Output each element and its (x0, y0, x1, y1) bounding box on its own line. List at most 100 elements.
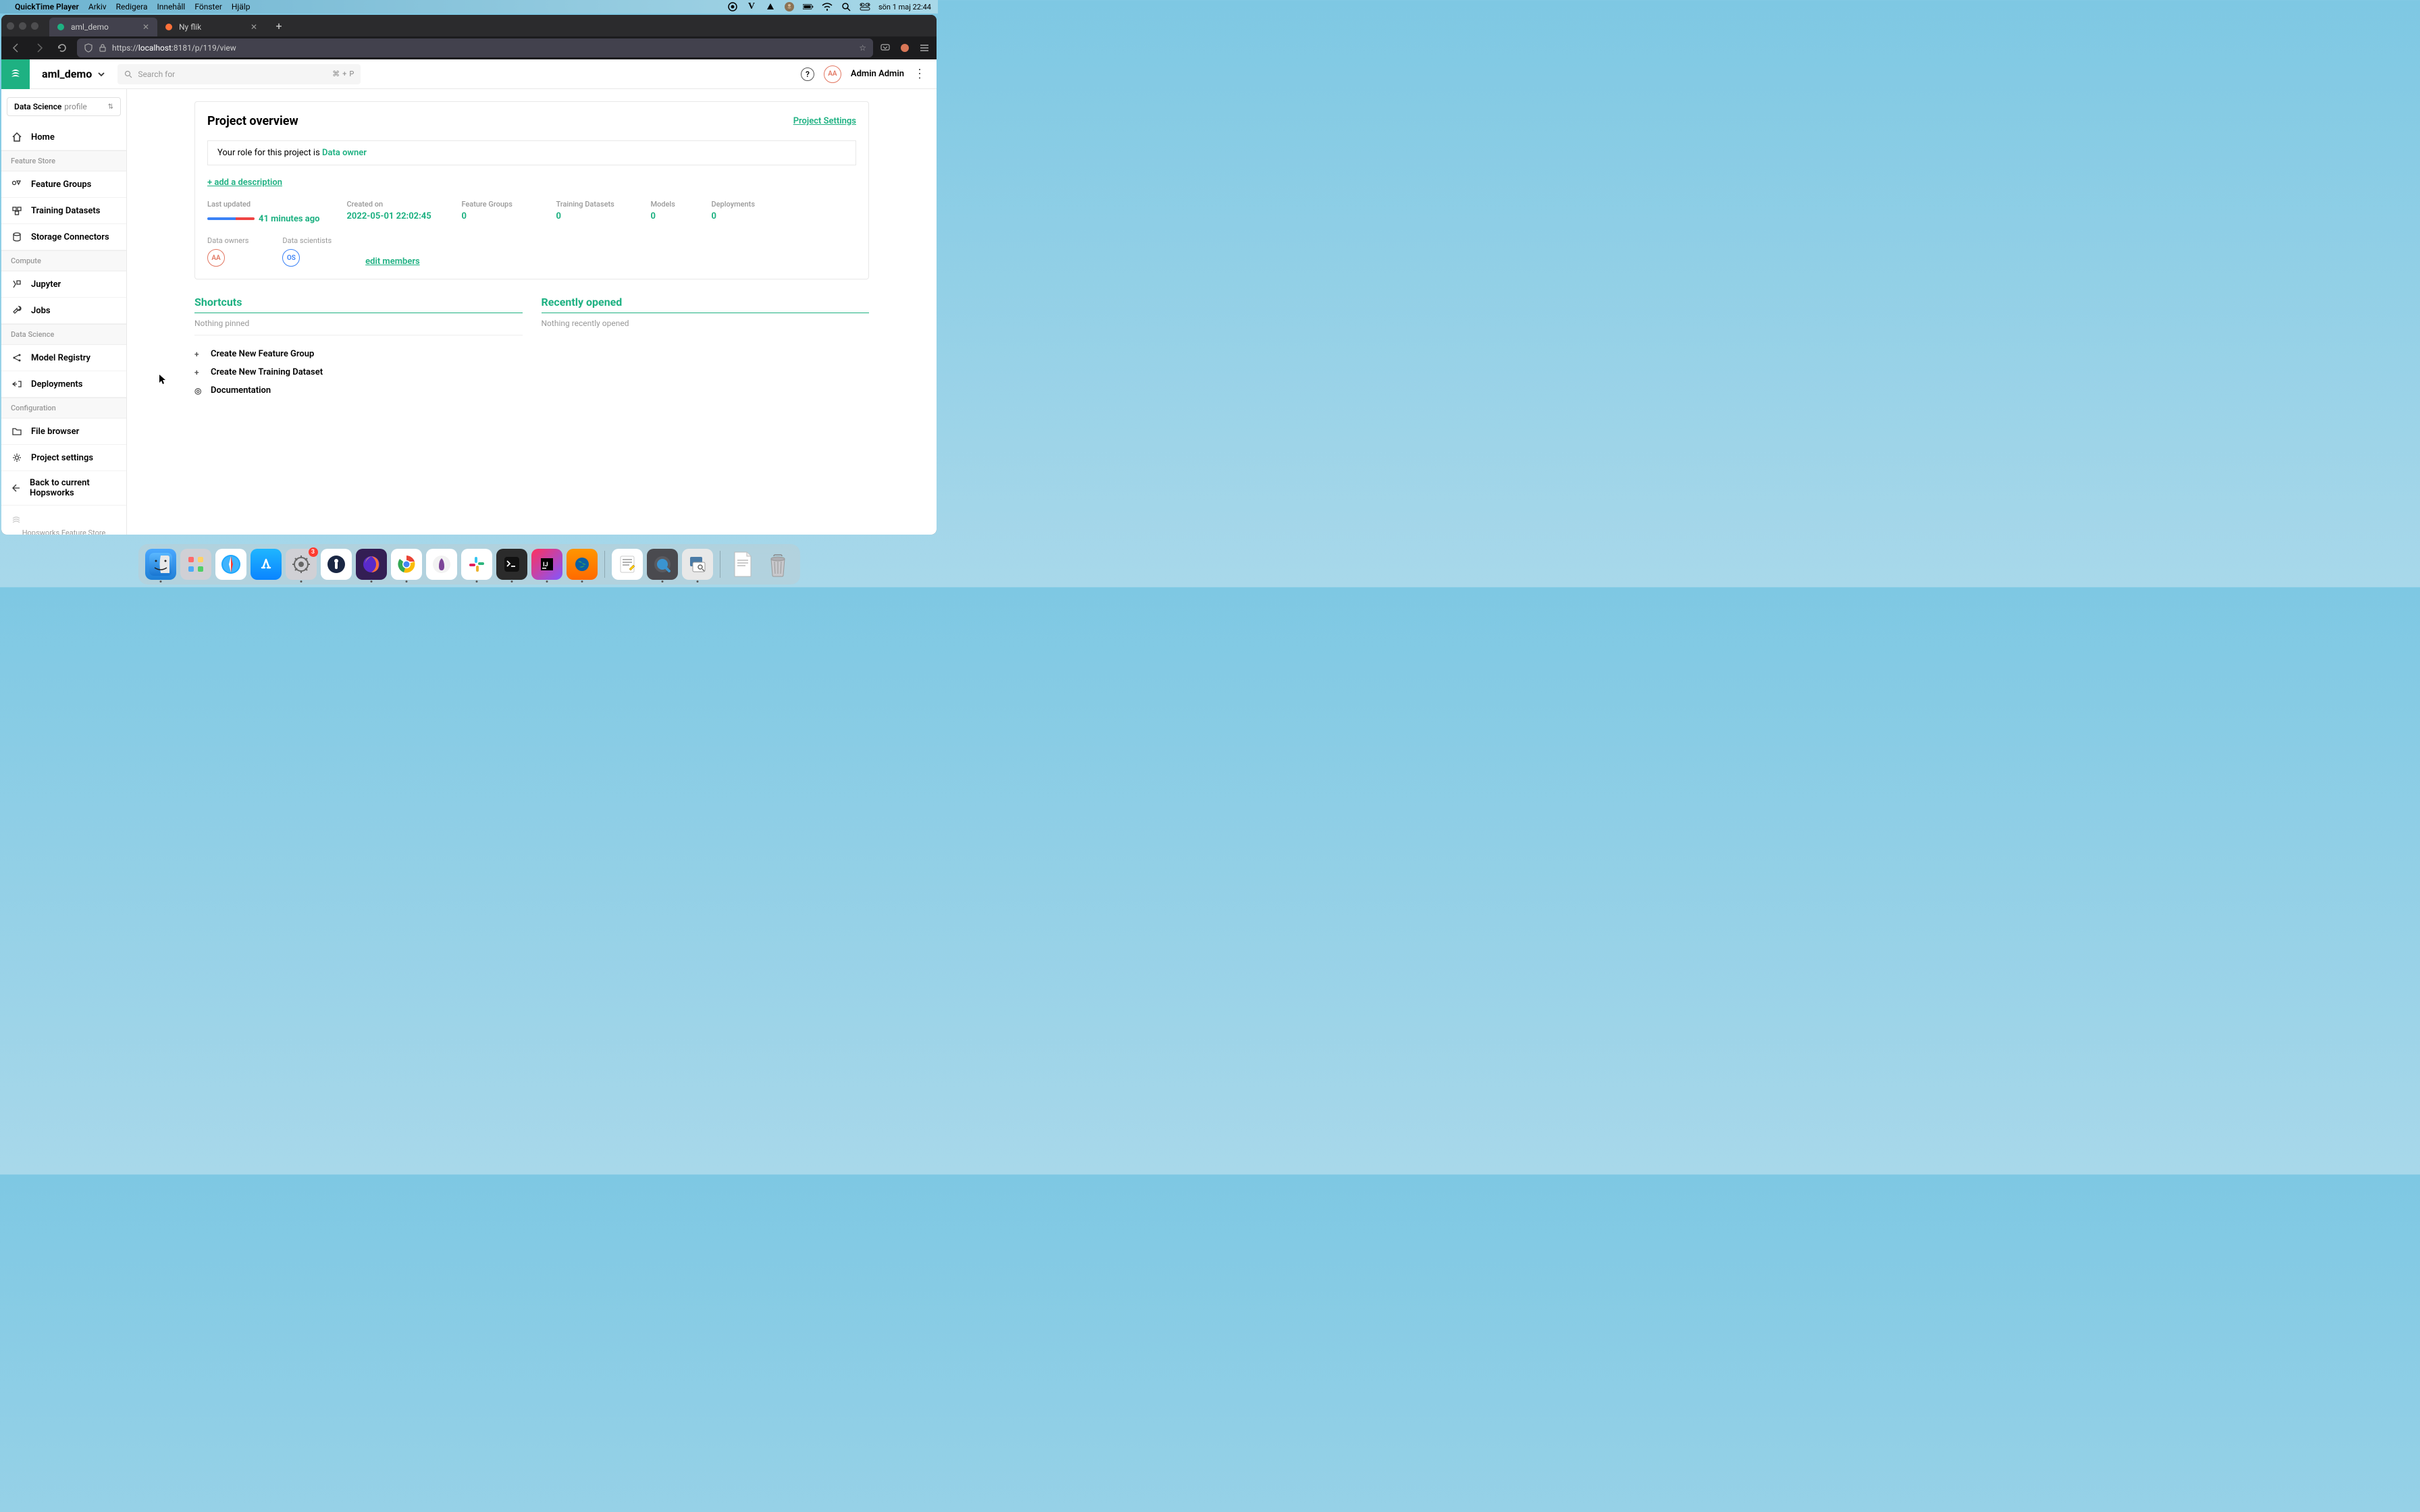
stat-value-models: 0 (650, 211, 684, 221)
close-tab-icon[interactable]: ✕ (249, 22, 259, 32)
pocket-icon[interactable] (880, 43, 891, 53)
dock-1password[interactable] (321, 549, 352, 580)
stat-label-deploy: Deployments (711, 200, 779, 209)
tray-record-icon[interactable] (727, 1, 738, 12)
shield-icon[interactable] (84, 43, 93, 53)
dock-document[interactable] (727, 549, 758, 580)
owner-avatar[interactable]: AA (207, 249, 225, 267)
sidebar: Data Science profile ⇅ Home Feature Stor… (1, 89, 127, 535)
dock-slack[interactable] (461, 549, 492, 580)
search-input[interactable]: Search for ⌘ + P (117, 64, 361, 84)
shortcut-create-td[interactable]: + Create New Training Dataset (194, 363, 523, 381)
traffic-lights[interactable] (7, 22, 38, 30)
shortcut-docs[interactable]: ◎ Documentation (194, 381, 523, 400)
forward-button[interactable] (31, 40, 47, 56)
profile-selector[interactable]: Data Science profile ⇅ (7, 97, 121, 116)
nav-home[interactable]: Home (1, 124, 126, 151)
menu-innehall[interactable]: Innehåll (157, 2, 186, 11)
dock-preview[interactable] (682, 549, 713, 580)
project-name-label: aml_demo (42, 68, 92, 80)
help-icon[interactable]: ? (801, 68, 814, 81)
updown-icon: ⇅ (108, 103, 113, 111)
menubar-app-name[interactable]: QuickTime Player (15, 2, 79, 11)
logo-icon[interactable] (1, 59, 30, 89)
nav-deployments[interactable]: Deployments (1, 371, 126, 398)
new-tab-button[interactable]: + (271, 18, 287, 34)
close-tab-icon[interactable]: ✕ (141, 22, 151, 32)
nav-storage-connectors[interactable]: Storage Connectors (1, 224, 126, 250)
tab-ny-flik[interactable]: Ny flik ✕ (157, 18, 265, 36)
bookmark-star-icon[interactable]: ☆ (859, 43, 866, 53)
section-configuration: Configuration (1, 398, 126, 418)
menubar-clock[interactable]: sön 1 maj 22:44 (878, 3, 931, 11)
dock-firefox[interactable] (356, 549, 387, 580)
dock-globe[interactable] (567, 549, 598, 580)
dock-trash[interactable] (762, 549, 793, 580)
dock-textedit[interactable] (612, 549, 643, 580)
nav-label: Jobs (31, 306, 51, 316)
account-icon[interactable] (900, 43, 910, 53)
updated-bar-icon (207, 217, 255, 220)
footer-line1: Hopsworks Feature Store (11, 529, 117, 535)
dock-launchpad[interactable] (180, 549, 211, 580)
maximize-window-icon[interactable] (31, 22, 38, 30)
stat-value-td: 0 (556, 211, 623, 221)
nav-file-browser[interactable]: File browser (1, 418, 126, 445)
shortcut-create-fg[interactable]: + Create New Feature Group (194, 345, 523, 363)
tray-battery-icon[interactable] (803, 1, 814, 12)
back-button[interactable] (8, 40, 24, 56)
dock-intellij[interactable]: IJ (531, 549, 562, 580)
dock-terminal[interactable] (496, 549, 527, 580)
nav-label: Back to current Hopsworks (30, 478, 117, 498)
url-field[interactable]: https://localhost:8181/p/119/view ☆ (77, 38, 873, 57)
nav-label: File browser (31, 427, 79, 437)
project-selector[interactable]: aml_demo (30, 68, 117, 80)
dock-tor[interactable] (426, 549, 457, 580)
menu-arkiv[interactable]: Arkiv (88, 2, 107, 11)
close-window-icon[interactable] (7, 22, 14, 30)
nav-project-settings[interactable]: Project settings (1, 445, 126, 471)
menu-redigera[interactable]: Redigera (116, 2, 148, 11)
tray-v-icon[interactable]: V (746, 1, 757, 12)
nav-jupyter[interactable]: Jupyter (1, 271, 126, 298)
nav-back-hopsworks[interactable]: Back to current Hopsworks (1, 471, 126, 506)
stat-label-created: Created on (346, 200, 434, 209)
recently-opened-column: Recently opened Nothing recently opened (542, 296, 870, 400)
add-description-link[interactable]: + add a description (207, 178, 282, 188)
dock-safari[interactable] (215, 549, 246, 580)
section-compute: Compute (1, 250, 126, 271)
nav-jobs[interactable]: Jobs (1, 298, 126, 324)
tab-label: Ny flik (179, 22, 201, 32)
url-bar: https://localhost:8181/p/119/view ☆ (1, 36, 937, 59)
dock-settings[interactable]: 3 (286, 549, 317, 580)
project-settings-link[interactable]: Project Settings (793, 116, 856, 126)
dock-quicktime[interactable] (647, 549, 678, 580)
nav-label: Feature Groups (31, 180, 91, 190)
edit-members-link[interactable]: edit members (365, 256, 420, 267)
menu-fonster[interactable]: Fönster (194, 2, 222, 11)
reload-button[interactable] (54, 40, 70, 56)
mac-menubar: QuickTime Player Arkiv Redigera Innehåll… (0, 0, 938, 14)
role-box: Your role for this project is Data owner (207, 140, 856, 165)
minimize-window-icon[interactable] (19, 22, 26, 30)
nav-model-registry[interactable]: Model Registry (1, 345, 126, 371)
owners-label: Data owners (207, 236, 248, 245)
tray-triangle-icon[interactable] (765, 1, 776, 12)
hamburger-menu-icon[interactable] (919, 43, 930, 53)
lock-icon[interactable] (99, 44, 107, 52)
dock-appstore[interactable] (251, 549, 282, 580)
tray-buddha-icon[interactable] (784, 1, 795, 12)
nav-training-datasets[interactable]: Training Datasets (1, 198, 126, 224)
tray-search-icon[interactable] (841, 1, 851, 12)
tab-aml-demo[interactable]: aml_demo ✕ (49, 18, 157, 36)
menu-hjalp[interactable]: Hjälp (232, 2, 251, 11)
scientist-avatar[interactable]: OS (282, 249, 300, 267)
nav-feature-groups[interactable]: Feature Groups (1, 171, 126, 198)
dock-finder[interactable] (145, 549, 176, 580)
tray-wifi-icon[interactable] (822, 1, 833, 12)
dock-chrome[interactable] (391, 549, 422, 580)
user-avatar[interactable]: AA (824, 65, 841, 83)
url-text: https://localhost:8181/p/119/view (112, 43, 853, 53)
tray-control-center-icon[interactable] (860, 1, 870, 12)
kebab-menu-icon[interactable]: ⋮ (914, 67, 926, 81)
